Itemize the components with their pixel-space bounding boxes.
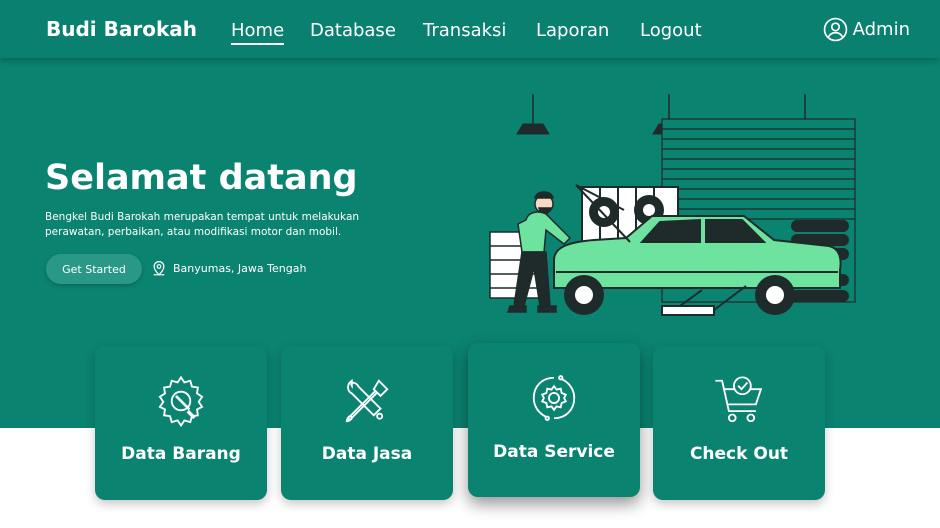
- user-name: Admin: [852, 19, 910, 40]
- tools-icon: [345, 379, 389, 423]
- location-text: Banyumas, Jawa Tengah: [173, 261, 307, 275]
- nav-transaksi[interactable]: Transaksi: [423, 20, 506, 41]
- data-barang-card[interactable]: Data Barang: [95, 346, 267, 500]
- hero-title: Selamat datang: [45, 158, 358, 198]
- nav-database[interactable]: Database: [310, 20, 396, 41]
- nav-logout[interactable]: Logout: [640, 20, 702, 41]
- brand-logo[interactable]: Budi Barokah: [46, 17, 197, 41]
- hero-description: Bengkel Budi Barokah merupakan tempat un…: [45, 211, 360, 238]
- card-label: Data Barang: [121, 444, 241, 464]
- card-label: Check Out: [689, 444, 789, 464]
- user-menu[interactable]: Admin: [823, 17, 910, 42]
- data-jasa-card[interactable]: Data Jasa: [281, 346, 453, 500]
- nav-laporan[interactable]: Laporan: [536, 20, 609, 41]
- navbar: Budi Barokah Home Database Transaksi Lap…: [0, 0, 940, 58]
- nav-home[interactable]: Home: [231, 20, 285, 45]
- check-out-card[interactable]: Check Out: [653, 346, 825, 500]
- card-label: Data Jasa: [321, 444, 413, 464]
- card-label: Data Service: [493, 442, 615, 462]
- service-gear-icon: [532, 375, 576, 421]
- location: Banyumas, Jawa Tengah: [150, 259, 306, 277]
- cart-check-icon: [715, 376, 763, 423]
- gear-wrench-icon: [158, 375, 204, 428]
- get-started-button[interactable]: Get Started: [46, 254, 142, 284]
- data-service-card[interactable]: Data Service: [468, 343, 640, 497]
- user-icon: [823, 17, 847, 42]
- mechanic-car-illustration: [489, 94, 856, 316]
- map-pin-icon: [153, 261, 165, 276]
